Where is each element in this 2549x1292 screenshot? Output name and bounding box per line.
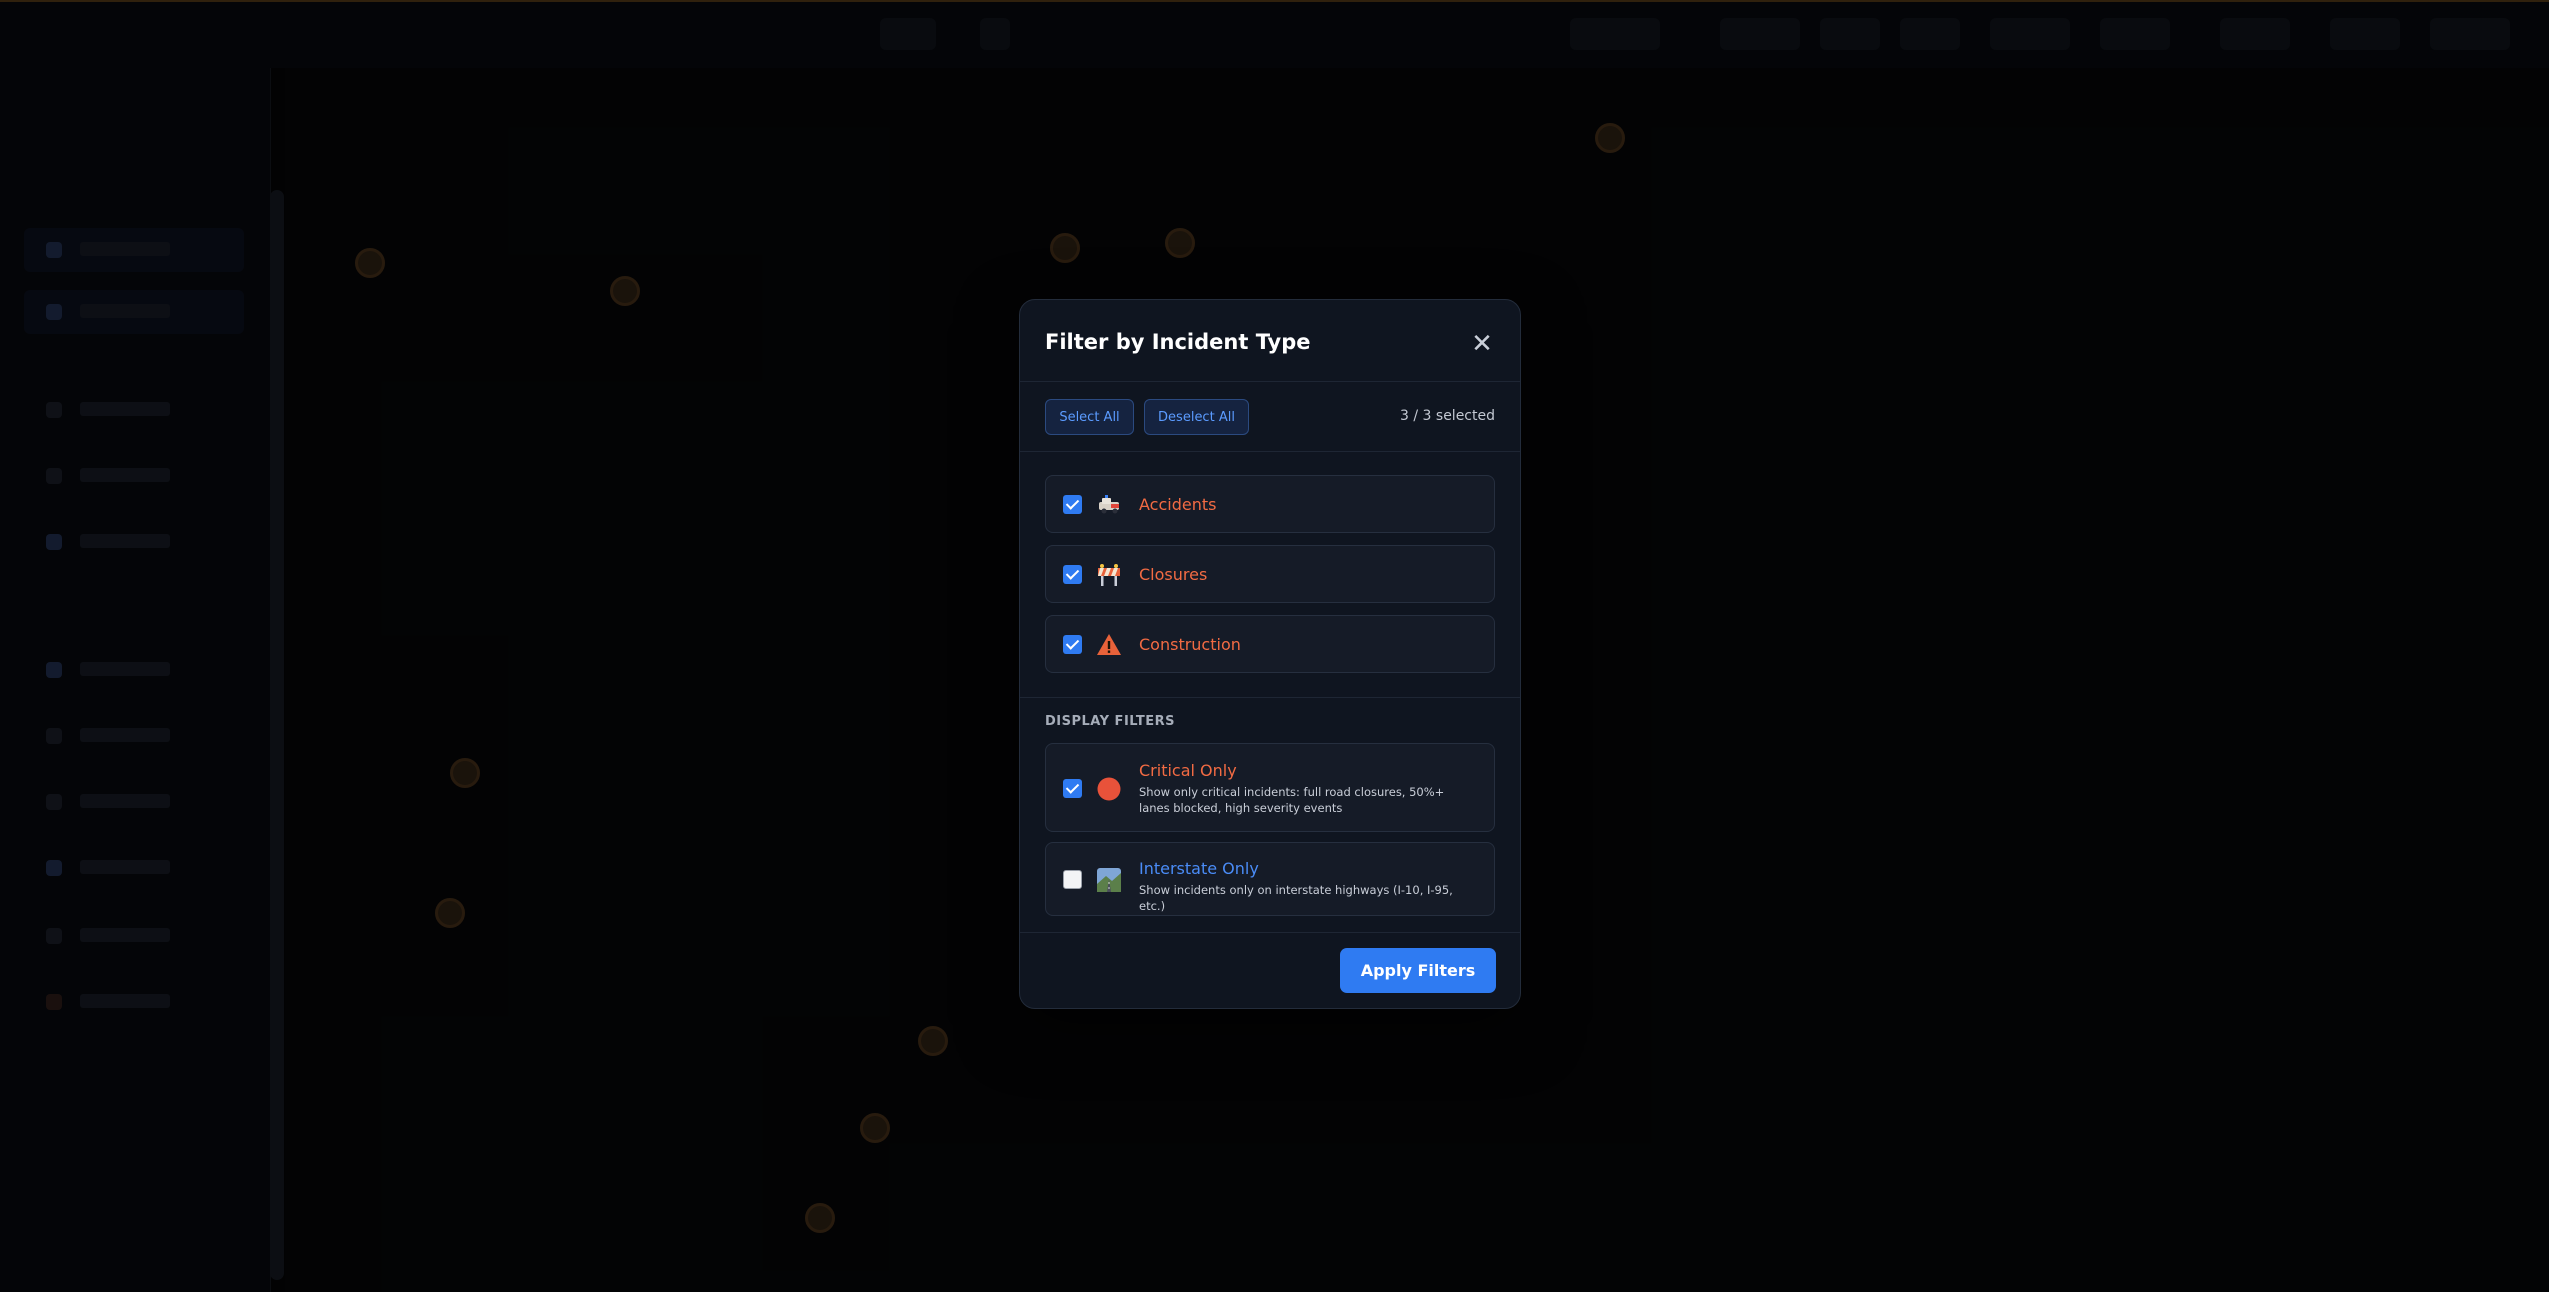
incident-type-accidents[interactable]: Accidents [1045,475,1495,533]
selected-count: 3 / 3 selected [1400,408,1495,424]
apply-filters-button[interactable]: Apply Filters [1340,948,1496,993]
display-filter-description: Show only critical incidents: full road … [1139,785,1445,815]
critical-only-checkbox[interactable] [1063,779,1082,798]
deselect-all-button[interactable]: Deselect All [1144,399,1249,435]
incident-type-closures[interactable]: Closures [1045,545,1495,603]
close-button[interactable]: ✕ [1467,328,1497,358]
display-filter-title: Critical Only [1139,761,1237,780]
interstate-only-checkbox[interactable] [1063,870,1082,889]
display-filter-interstate-only[interactable]: Interstate Only Show incidents only on i… [1045,842,1495,916]
closures-checkbox[interactable] [1063,565,1082,584]
highway-icon [1096,867,1122,893]
divider [1020,932,1520,933]
display-filter-critical-only[interactable]: Critical Only Show only critical inciden… [1045,743,1495,832]
car-crash-icon [1096,492,1122,518]
display-filter-title: Interstate Only [1139,859,1259,878]
incident-type-label: Construction [1139,635,1241,654]
red-circle-icon [1096,776,1122,802]
incident-type-label: Closures [1139,565,1208,584]
incident-type-construction[interactable]: Construction [1045,615,1495,673]
display-filters-heading: DISPLAY FILTERS [1045,714,1176,729]
display-filter-description: Show incidents only on interstate highwa… [1139,883,1453,913]
divider [1020,451,1520,452]
construction-checkbox[interactable] [1063,635,1082,654]
incident-type-label: Accidents [1139,495,1217,514]
warning-triangle-icon [1096,632,1122,658]
divider [1020,697,1520,698]
close-icon: ✕ [1471,328,1493,358]
select-all-button[interactable]: Select All [1045,399,1134,435]
filter-modal: Filter by Incident Type ✕ Select All Des… [1019,299,1521,1009]
modal-title: Filter by Incident Type [1045,330,1311,354]
accidents-checkbox[interactable] [1063,495,1082,514]
divider [1020,381,1520,382]
barrier-icon [1096,562,1122,588]
